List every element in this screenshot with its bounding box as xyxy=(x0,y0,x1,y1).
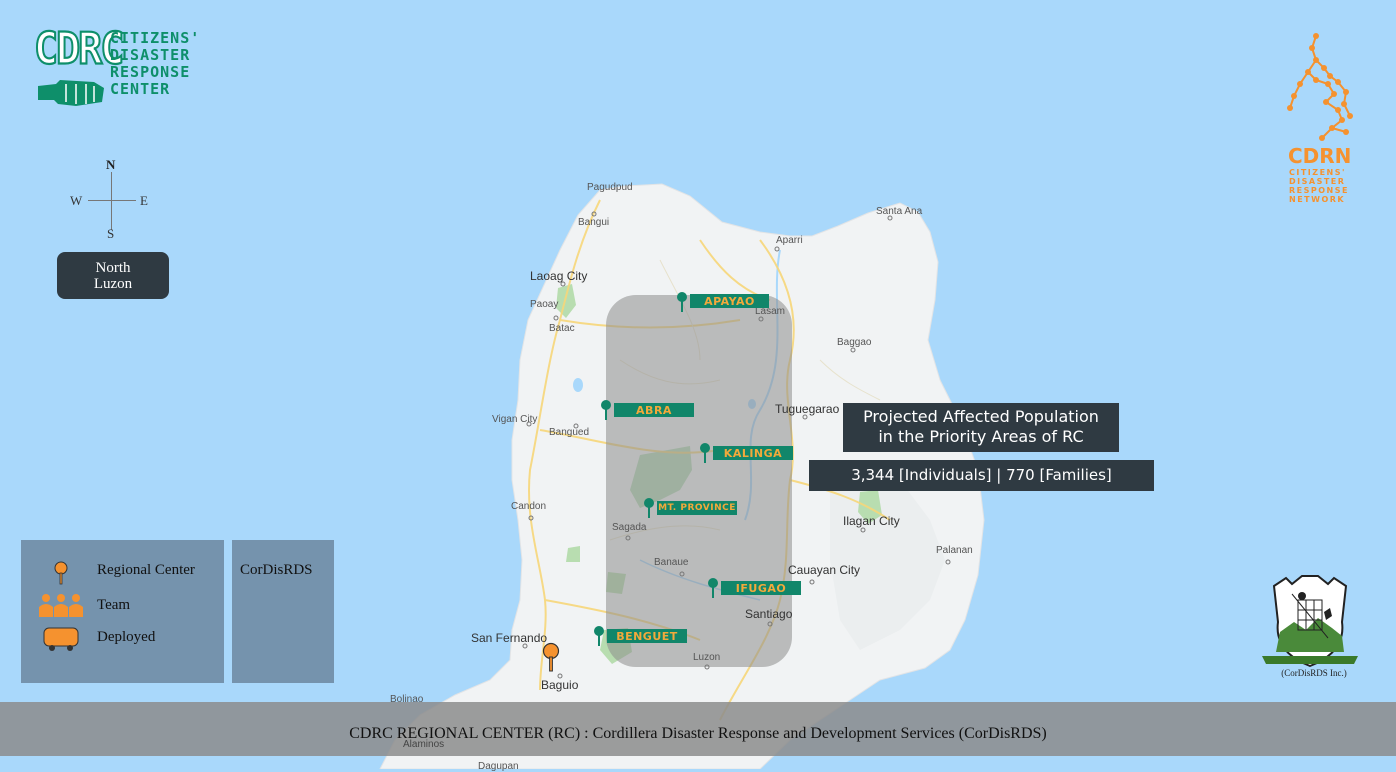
pin-icon[interactable] xyxy=(698,442,712,464)
label-sagada: Sagada xyxy=(612,522,647,533)
compass-w: W xyxy=(70,193,83,208)
label-paoay: Paoay xyxy=(530,299,559,310)
footer-bar: CDRC REGIONAL CENTER (RC) : Cordillera D… xyxy=(0,702,1396,756)
region-label-line2: Luzon xyxy=(93,276,133,292)
label-cauayan: Cauayan City xyxy=(788,563,861,577)
province-label-apayao[interactable]: APAYAO xyxy=(690,294,769,308)
fist-icon xyxy=(38,80,104,106)
callout-title: Projected Affected Population in the Pri… xyxy=(843,403,1119,452)
callout-title-line1: Projected Affected Population xyxy=(863,407,1099,426)
regional-center-legend-icon xyxy=(54,561,68,585)
compass: N S W E xyxy=(70,157,154,241)
label-santiago: Santiago xyxy=(745,607,793,621)
pin-icon[interactable] xyxy=(675,291,689,313)
province-label-benguet[interactable]: BENGUET xyxy=(607,629,687,643)
compass-s: S xyxy=(107,226,115,241)
label-pagudpud: Pagudpud xyxy=(587,182,633,193)
cdrn-logo-mark: CDRN xyxy=(1288,144,1352,168)
province-label-kalinga[interactable]: KALINGA xyxy=(713,446,793,460)
cdrn-logo-line2: DISASTER xyxy=(1289,177,1346,186)
label-candon: Candon xyxy=(511,501,547,512)
network-icon xyxy=(1287,33,1353,141)
legend-deployed: Deployed xyxy=(97,629,156,645)
label-san-fernando: San Fernando xyxy=(471,631,548,645)
pin-icon[interactable] xyxy=(599,399,613,421)
legend-team: Team xyxy=(97,597,131,613)
province-label-ifugao[interactable]: IFUGAO xyxy=(721,581,801,595)
label-tuguegarao: Tuguegarao xyxy=(775,402,840,416)
cdrn-logo-line4: NETWORK xyxy=(1289,195,1346,204)
pin-icon[interactable] xyxy=(706,577,720,599)
legend-regional-center: Regional Center xyxy=(97,562,195,578)
legend-panel: Regional Center Team Deployed xyxy=(21,540,224,683)
vehicle-icon xyxy=(43,627,79,651)
cdrn-logo: CDRN CITIZENS' DISASTER RESPONSE NETWORK xyxy=(1284,32,1364,212)
pin-icon[interactable] xyxy=(592,625,606,647)
cdrn-logo-line3: RESPONSE xyxy=(1289,186,1349,195)
label-bangued: Bangued xyxy=(549,427,590,438)
cordisrds-logo-caption: (CorDisRDS Inc.) xyxy=(1281,668,1347,678)
cordisrds-logo: (CorDisRDS Inc.) xyxy=(1258,572,1362,682)
cdrc-logo-line2: DISASTER xyxy=(110,46,191,64)
label-aparri: Aparri xyxy=(776,235,803,246)
legend-rc-name: CorDisRDS xyxy=(240,562,313,578)
compass-n: N xyxy=(106,157,116,172)
team-icon xyxy=(39,594,83,617)
cdrc-logo-line4: CENTER xyxy=(110,80,171,98)
label-bangui: Bangui xyxy=(578,217,610,228)
label-vigan: Vigan City xyxy=(492,414,538,425)
label-baguio: Baguio xyxy=(541,678,579,692)
footer-text: CDRC REGIONAL CENTER (RC) : Cordillera D… xyxy=(349,725,1047,742)
label-laoag: Laoag City xyxy=(530,269,588,283)
cdrc-logo: CDRC CITIZENS' DISASTER RESPONSE CENTER xyxy=(33,23,199,110)
label-alaminos: Alaminos xyxy=(403,739,445,750)
pin-icon[interactable] xyxy=(642,497,656,519)
label-luzon: Luzon xyxy=(693,652,721,663)
province-label-mt-province[interactable]: MT. PROVINCE xyxy=(657,501,737,515)
label-dagupan: Dagupan xyxy=(478,761,519,772)
cdrn-logo-line1: CITIZENS' xyxy=(1289,168,1346,177)
cordisrds-seal-icon xyxy=(1262,575,1358,668)
label-santa-ana: Santa Ana xyxy=(876,206,923,217)
label-baggao: Baggao xyxy=(837,337,872,348)
compass-e: E xyxy=(140,193,148,208)
label-palanan: Palanan xyxy=(936,545,973,556)
label-ilagan: Ilagan City xyxy=(843,514,900,528)
region-label-line1: North xyxy=(95,260,131,276)
callout-stats: 3,344 [Individuals] | 770 [Families] xyxy=(809,460,1154,491)
cdrc-logo-line3: RESPONSE xyxy=(110,63,191,81)
label-banaue: Banaue xyxy=(654,557,689,568)
callout-title-line2: in the Priority Areas of RC xyxy=(878,427,1084,446)
regional-center-pin-icon[interactable] xyxy=(541,642,561,672)
legend-rc-panel: CorDisRDS xyxy=(232,540,334,683)
cdrc-logo-line1: CITIZENS' xyxy=(110,29,201,47)
label-batac: Batac xyxy=(549,323,575,334)
province-label-abra[interactable]: ABRA xyxy=(614,403,694,417)
region-label: North Luzon xyxy=(57,252,169,299)
